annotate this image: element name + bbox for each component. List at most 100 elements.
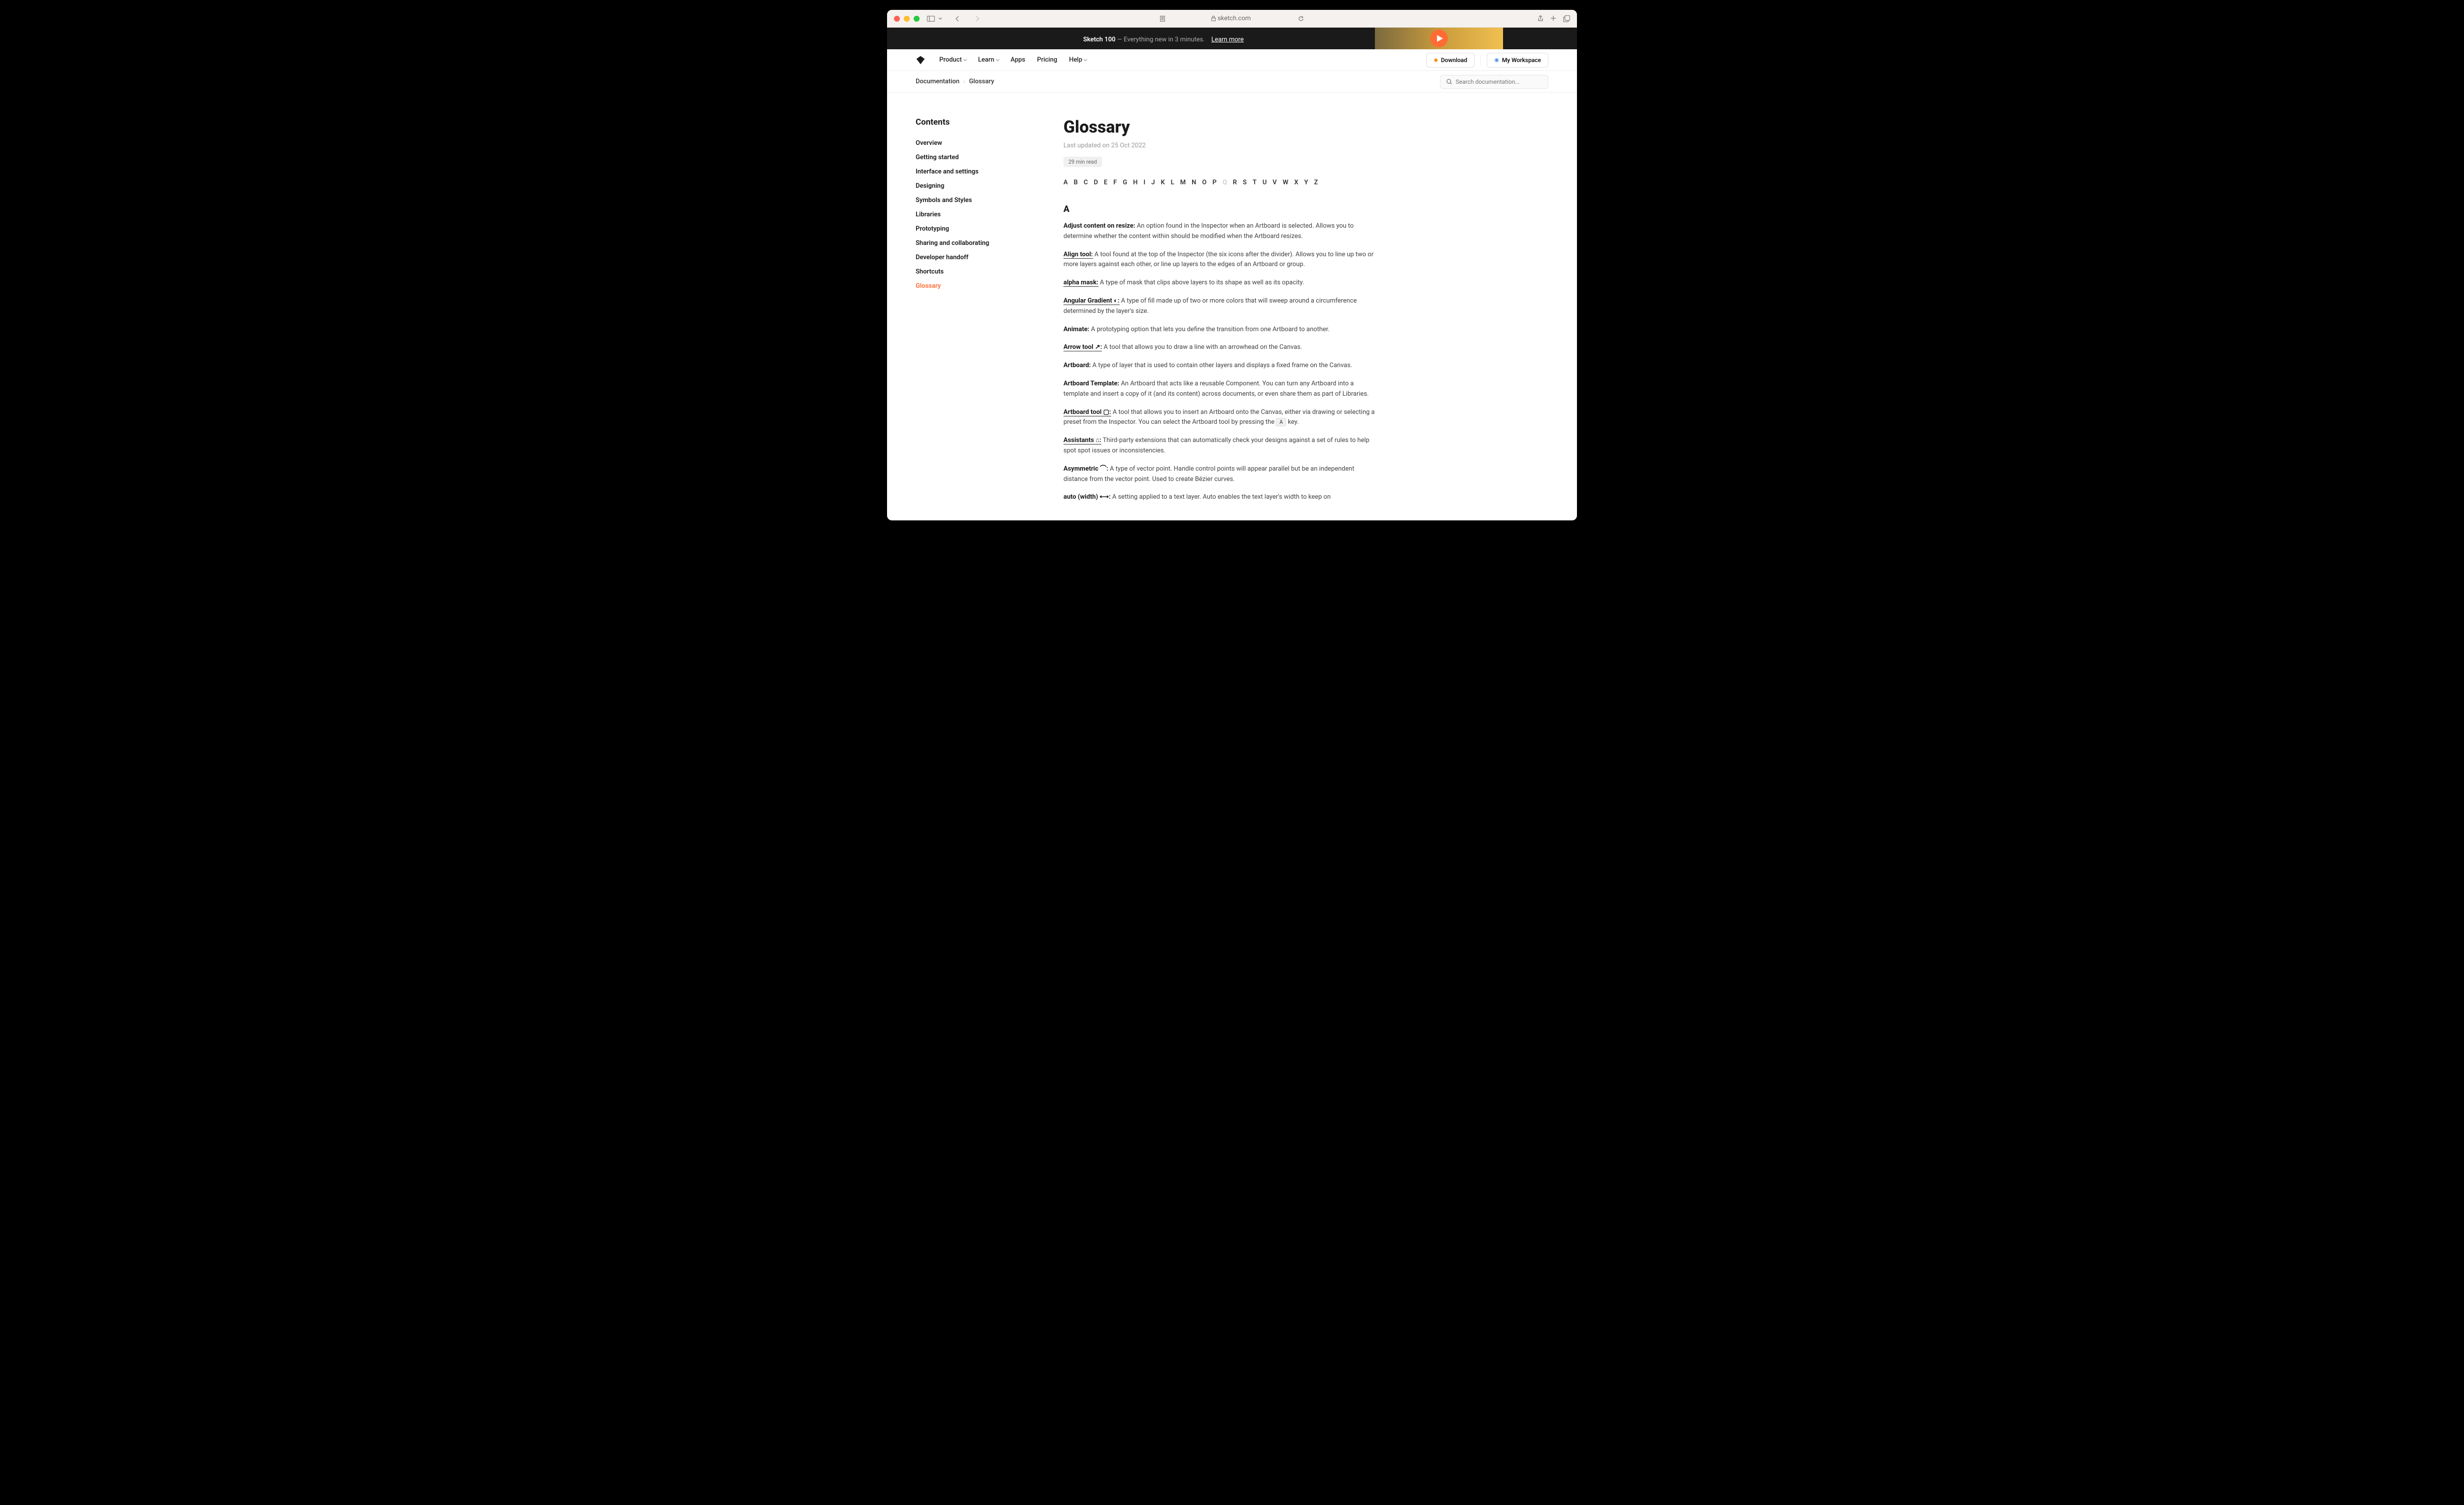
main-content: Glossary Last updated on 25 Oct 2022 29 …	[1063, 117, 1379, 511]
glossary-entry: Arrow tool ↗: A tool that allows you to …	[1063, 342, 1379, 353]
chevron-down-icon	[996, 58, 999, 61]
alpha-link-O[interactable]: O	[1202, 179, 1206, 186]
nav-item-product[interactable]: Product	[939, 56, 966, 64]
minimize-button[interactable]	[904, 16, 910, 22]
nav-item-apps[interactable]: Apps	[1011, 56, 1026, 64]
alpha-link-M[interactable]: M	[1180, 179, 1186, 186]
reader-icon	[1160, 16, 1165, 22]
sidebar-item-overview[interactable]: Overview	[916, 136, 1014, 150]
alpha-link-Y[interactable]: Y	[1304, 179, 1308, 186]
play-button[interactable]	[1430, 30, 1448, 47]
glossary-entry: Align tool: A tool found at the top of t…	[1063, 250, 1379, 271]
sidebar-title: Contents	[916, 117, 1014, 127]
download-button[interactable]: Download	[1426, 53, 1474, 68]
chevron-down-icon	[963, 58, 967, 61]
reload-icon[interactable]	[1298, 16, 1304, 22]
read-time-badge: 29 min read	[1063, 157, 1102, 167]
sidebar-item-getting-started[interactable]: Getting started	[916, 150, 1014, 165]
main-nav: Product Learn Apps Pricing Help Download My …	[887, 49, 1577, 71]
alpha-link-L[interactable]: L	[1171, 179, 1174, 186]
sidebar-item-sharing-and-collaborating[interactable]: Sharing and collaborating	[916, 236, 1014, 250]
close-button[interactable]	[894, 16, 900, 22]
sidebar: Contents OverviewGetting startedInterfac…	[916, 117, 1014, 511]
alpha-link-W[interactable]: W	[1283, 179, 1288, 186]
sidebar-toggle-icon[interactable]	[924, 13, 937, 24]
maximize-button[interactable]	[914, 16, 920, 22]
glossary-entry: alpha mask: A type of mask that clips ab…	[1063, 278, 1379, 288]
glossary-entry: Artboard: A type of layer that is used t…	[1063, 361, 1379, 371]
address-bar[interactable]: sketch.com	[1160, 15, 1304, 22]
alpha-link-K[interactable]: K	[1161, 179, 1165, 186]
nav-item-learn[interactable]: Learn	[978, 56, 999, 64]
lock-icon	[1211, 16, 1216, 21]
window-controls	[894, 16, 920, 22]
alpha-link-E[interactable]: E	[1104, 179, 1107, 186]
alpha-link-Z[interactable]: Z	[1314, 179, 1318, 186]
new-tab-icon[interactable]	[1550, 15, 1556, 21]
alpha-link-R[interactable]: R	[1233, 179, 1237, 186]
nav-item-help[interactable]: Help	[1069, 56, 1087, 64]
breadcrumb-current: Glossary	[969, 78, 994, 85]
search-box[interactable]	[1440, 75, 1548, 89]
chevron-down-icon[interactable]	[938, 17, 942, 21]
glossary-entry: Asymmetric ⌒: A type of vector point. Ha…	[1063, 464, 1379, 485]
alpha-link-T[interactable]: T	[1253, 179, 1257, 186]
url-text: sketch.com	[1218, 15, 1251, 22]
browser-window: sketch.com Sketch 100 — Everything new i…	[887, 10, 1577, 520]
alpha-link-Q: Q	[1223, 179, 1227, 186]
titlebar: sketch.com	[887, 10, 1577, 28]
alpha-link-A[interactable]: A	[1063, 179, 1068, 186]
glossary-entry: Animate: A prototyping option that lets …	[1063, 325, 1379, 335]
sidebar-item-symbols-and-styles[interactable]: Symbols and Styles	[916, 193, 1014, 207]
tabs-icon[interactable]	[1563, 15, 1570, 22]
alpha-link-V[interactable]: V	[1272, 179, 1276, 186]
alpha-link-J[interactable]: J	[1151, 179, 1155, 186]
sidebar-item-shortcuts[interactable]: Shortcuts	[916, 265, 1014, 279]
search-input[interactable]	[1456, 78, 1542, 85]
back-button[interactable]	[951, 13, 964, 24]
share-icon[interactable]	[1538, 15, 1543, 22]
banner-text: Sketch 100 — Everything new in 3 minutes…	[1083, 36, 1206, 43]
banner-learn-more-link[interactable]: Learn more	[1211, 36, 1244, 43]
glossary-entry: Artboard Template: An Artboard that acts…	[1063, 379, 1379, 400]
sidebar-item-designing[interactable]: Designing	[916, 179, 1014, 193]
glossary-entry: auto (width) ⟷: A setting applied to a t…	[1063, 492, 1379, 503]
breadcrumb-separator: ›	[963, 78, 965, 85]
alpha-link-U[interactable]: U	[1263, 179, 1267, 186]
sidebar-item-glossary[interactable]: Glossary	[916, 279, 1014, 293]
chevron-down-icon	[1084, 58, 1087, 61]
alpha-link-X[interactable]: X	[1294, 179, 1298, 186]
glossary-entry: Artboard tool ▢: A tool that allows you …	[1063, 408, 1379, 428]
last-updated: Last updated on 25 Oct 2022	[1063, 142, 1379, 149]
sketch-logo[interactable]	[916, 55, 925, 65]
content-area: Contents OverviewGetting startedInterfac…	[887, 93, 1577, 520]
alpha-link-H[interactable]: H	[1133, 179, 1137, 186]
glossary-entry: Angular Gradient ◐: A type of fill made …	[1063, 296, 1379, 317]
sidebar-item-libraries[interactable]: Libraries	[916, 207, 1014, 222]
sub-nav: Documentation › Glossary	[887, 71, 1577, 93]
promo-banner: Sketch 100 — Everything new in 3 minutes…	[887, 28, 1577, 49]
alpha-link-B[interactable]: B	[1074, 179, 1078, 186]
breadcrumb-root[interactable]: Documentation	[916, 78, 959, 85]
alpha-link-G[interactable]: G	[1123, 179, 1127, 186]
sidebar-item-developer-handoff[interactable]: Developer handoff	[916, 250, 1014, 265]
alphabet-nav: ABCDEFGHIJKLMNOPQRSTUVWXYZ	[1063, 179, 1379, 186]
search-icon	[1446, 79, 1452, 85]
alpha-link-F[interactable]: F	[1113, 179, 1117, 186]
sidebar-item-prototyping[interactable]: Prototyping	[916, 222, 1014, 236]
nav-item-pricing[interactable]: Pricing	[1037, 56, 1057, 64]
alpha-link-D[interactable]: D	[1094, 179, 1097, 186]
forward-button[interactable]	[971, 13, 984, 24]
alpha-link-S[interactable]: S	[1243, 179, 1247, 186]
workspace-button[interactable]: My Workspace	[1487, 53, 1548, 68]
section-heading: A	[1063, 204, 1379, 214]
page-title: Glossary	[1063, 117, 1379, 137]
alpha-link-N[interactable]: N	[1192, 179, 1196, 186]
keyboard-key: A	[1276, 418, 1286, 426]
banner-artwork	[1375, 28, 1503, 49]
sidebar-item-interface-and-settings[interactable]: Interface and settings	[916, 165, 1014, 179]
alpha-link-I[interactable]: I	[1144, 179, 1146, 186]
glossary-entry: Adjust content on resize: An option foun…	[1063, 221, 1379, 242]
alpha-link-P[interactable]: P	[1212, 179, 1216, 186]
alpha-link-C[interactable]: C	[1084, 179, 1088, 186]
